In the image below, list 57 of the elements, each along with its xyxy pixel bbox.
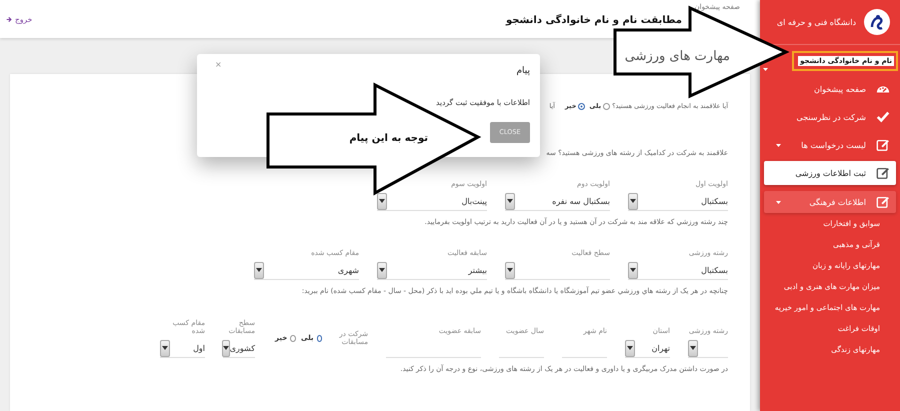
- select-field[interactable]: اول: [160, 339, 205, 358]
- university-logo-icon: [864, 9, 890, 35]
- caret-icon: [630, 199, 636, 203]
- annotation-text: مطابقت نام و نام خانوادگی دانشجو: [506, 15, 682, 26]
- dropdown-button[interactable]: [505, 262, 515, 278]
- caret-icon: [776, 144, 781, 146]
- select-field[interactable]: پینت‌بال: [377, 192, 487, 211]
- select-field[interactable]: بسکتبال: [628, 261, 728, 280]
- caret-icon: [507, 268, 513, 272]
- check-icon: [876, 110, 890, 124]
- annotation-text: توجه به این پیام: [349, 133, 428, 144]
- caret-icon: [627, 346, 633, 350]
- select-field[interactable]: بسکتبال: [628, 192, 728, 211]
- radio-button[interactable]: [316, 334, 322, 342]
- brand-name: دانشگاه فنی و حرفه ای: [776, 18, 856, 26]
- page-title: مهارت های ورزشی: [624, 49, 730, 64]
- caret-icon: [690, 346, 696, 350]
- select-field[interactable]: کشوری: [223, 339, 255, 358]
- nav-item[interactable]: شرکت در نظرسنجی: [764, 103, 896, 131]
- nav-item[interactable]: اطلاعات فرهنگی: [764, 191, 896, 213]
- select-field[interactable]: [688, 339, 728, 358]
- dropdown-button[interactable]: [628, 192, 638, 210]
- caret-icon: [256, 268, 262, 272]
- dropdown-button[interactable]: [505, 192, 515, 210]
- edit-icon: [876, 195, 890, 209]
- edit-icon: [876, 138, 890, 152]
- select-field[interactable]: [505, 261, 610, 280]
- caret-icon: [763, 68, 768, 71]
- dropdown-button[interactable]: [628, 262, 638, 278]
- dropdown-button[interactable]: [222, 340, 230, 356]
- dropdown-button[interactable]: [377, 192, 387, 210]
- close-button[interactable]: ×: [215, 60, 222, 76]
- logout-icon: [6, 16, 13, 23]
- dialog-title: پیام: [516, 66, 530, 76]
- caret-icon: [222, 346, 229, 350]
- caret-icon: [379, 268, 385, 272]
- nav-item[interactable]: لیست درخواست ها: [764, 131, 896, 159]
- dropdown-button[interactable]: [160, 340, 170, 356]
- select-field[interactable]: بسکتبال سه نفره: [505, 192, 610, 211]
- select-field[interactable]: بیشتر: [377, 261, 487, 280]
- dropdown-button[interactable]: [625, 340, 635, 356]
- radio-button[interactable]: [603, 102, 610, 110]
- select-field[interactable]: تهران: [625, 339, 670, 358]
- edit-icon: [876, 166, 890, 180]
- nav-item[interactable]: ثبت اطلاعات ورزشی: [764, 161, 896, 185]
- dropdown-button[interactable]: [377, 262, 387, 278]
- caret-icon: [776, 200, 781, 204]
- caret-icon: [379, 199, 385, 203]
- nav-item[interactable]: صفحه پیشخوان: [764, 75, 896, 103]
- select-field[interactable]: شهری: [254, 261, 359, 280]
- caret-icon: [507, 199, 513, 203]
- radio-button[interactable]: [290, 334, 296, 342]
- dropdown-button[interactable]: [254, 262, 264, 278]
- dropdown-button[interactable]: [688, 340, 698, 356]
- caret-icon: [630, 268, 636, 272]
- radio-button[interactable]: [578, 102, 586, 110]
- caret-icon: [162, 346, 168, 350]
